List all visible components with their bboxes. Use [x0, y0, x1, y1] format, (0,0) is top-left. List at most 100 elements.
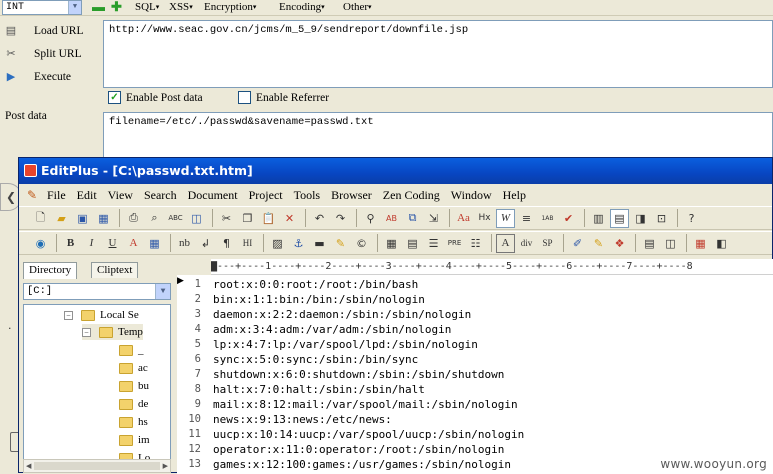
code-line[interactable]: uucp:x:10:14:uucp:/var/spool/uucp:/sbin/… [213, 427, 524, 442]
minus-icon[interactable]: ▬ [92, 0, 105, 13]
form-icon[interactable]: ▤ [403, 234, 422, 253]
code-line[interactable]: root:x:0:0:root:/root:/bin/bash [213, 277, 418, 292]
line-number-icon[interactable]: ≡ [517, 209, 536, 228]
window-icon-2[interactable]: ◫ [661, 234, 680, 253]
tree-item-local[interactable]: − Local Se [64, 307, 139, 323]
enable-post-checkbox[interactable]: ✓ Enable Post data [108, 91, 203, 104]
code-line[interactable]: daemon:x:2:2:daemon:/sbin:/sbin/nologin [213, 307, 471, 322]
layout-icon-2[interactable]: ▤ [610, 208, 629, 228]
nbsp-icon[interactable]: nb [175, 234, 194, 253]
split-url-button[interactable]: ✂ Split URL [0, 44, 100, 64]
menu-search[interactable]: Search [144, 188, 177, 203]
list-icon[interactable]: ☷ [466, 234, 485, 253]
menu-xss[interactable]: XSS▾ [169, 1, 193, 13]
menu-browser[interactable]: Browser [331, 188, 372, 203]
tab-cliptext[interactable]: Cliptext [91, 262, 139, 278]
hr-icon[interactable]: ▬ [310, 234, 329, 253]
horizontal-scrollbar[interactable]: ◀ ▶ [23, 459, 171, 473]
cut-icon[interactable]: ✂ [217, 209, 236, 228]
table-icon[interactable]: ▦ [382, 234, 401, 253]
globe-icon[interactable]: ◉ [31, 234, 50, 253]
menu-file[interactable]: File [47, 188, 66, 203]
paragraph-icon[interactable]: ¶ [217, 234, 236, 253]
post-data-input[interactable]: filename=/etc/./passwd&savename=passwd.t… [103, 112, 773, 158]
print-icon[interactable]: ⎙ [124, 209, 143, 228]
tree-item[interactable]: bu [119, 378, 149, 394]
arrow-right-icon[interactable]: ▶ [163, 462, 168, 470]
menu-zen-coding[interactable]: Zen Coding [383, 188, 440, 203]
save-icon[interactable]: ▣ [73, 209, 92, 228]
word-wrap-icon[interactable]: W [496, 208, 515, 228]
code-line[interactable]: sync:x:5:0:sync:/sbin:/bin/sync [213, 352, 418, 367]
code-line[interactable]: games:x:12:100:games:/usr/games:/sbin/no… [213, 457, 511, 472]
a-tag-icon[interactable]: A [496, 233, 515, 253]
heading-icon[interactable]: HI [238, 234, 257, 253]
hex-icon[interactable]: Hx [475, 209, 494, 228]
find-icon[interactable]: ⚲ [361, 209, 380, 228]
div-icon[interactable]: div [517, 234, 536, 253]
chevron-down-icon[interactable]: ▼ [68, 1, 81, 14]
find-in-files-icon[interactable]: ⧉ [403, 209, 422, 228]
save-all-icon[interactable]: ▦ [94, 209, 113, 228]
menu-encoding[interactable]: Encoding▾ [279, 1, 325, 13]
copyright-icon[interactable]: © [352, 234, 371, 253]
copy-icon[interactable]: ❐ [238, 209, 257, 228]
enable-referrer-checkbox[interactable]: Enable Referrer [238, 91, 329, 104]
menu-edit[interactable]: Edit [77, 188, 97, 203]
menu-help[interactable]: Help [503, 188, 526, 203]
text-editor[interactable]: root:x:0:0:root:/root:/bin/bash bin:x:1:1… [211, 275, 773, 474]
edit-icon[interactable]: ✐ [568, 234, 587, 253]
goto-icon[interactable]: ⇲ [424, 209, 443, 228]
highlight-icon[interactable]: ✎ [331, 234, 350, 253]
tree-item[interactable]: hs [119, 414, 148, 430]
underline-icon[interactable]: U [103, 234, 122, 253]
color-grid-icon[interactable]: ▦ [691, 234, 710, 253]
code-line[interactable]: news:x:9:13:news:/etc/news: [213, 412, 392, 427]
browser-icon[interactable]: ◫ [187, 209, 206, 228]
open-folder-icon[interactable]: ▰ [52, 209, 71, 228]
replace-icon[interactable]: AB [382, 209, 401, 228]
drive-select[interactable]: [C:] ▼ [23, 283, 171, 300]
directory-tree[interactable]: − Local Se − Temp _ ac bu de hs im Lo [23, 304, 171, 460]
chevron-down-icon[interactable]: ▼ [155, 284, 170, 299]
tree-item[interactable]: _ [119, 342, 144, 358]
url-input[interactable]: http://www.seac.gov.cn/jcms/m_5_9/sendre… [103, 20, 773, 88]
code-line[interactable]: operator:x:11:0:operator:/root:/sbin/nol… [213, 442, 504, 457]
execute-button[interactable]: ▶ Execute [0, 67, 100, 87]
code-line[interactable]: mail:x:8:12:mail:/var/spool/mail:/sbin/n… [213, 397, 518, 412]
tab-directory[interactable]: Directory [23, 262, 78, 279]
italic-icon[interactable]: I [82, 234, 101, 253]
load-url-button[interactable]: ▤ Load URL [0, 21, 100, 41]
delete-icon[interactable]: ✕ [280, 209, 299, 228]
color-palette-icon[interactable]: ▦ [145, 234, 164, 253]
arrow-left-icon[interactable]: ◀ [26, 462, 31, 470]
brush-icon[interactable]: ✎ [589, 234, 608, 253]
bold-icon[interactable]: B [61, 234, 80, 253]
tree-item[interactable]: ac [119, 360, 148, 376]
align-icon[interactable]: ☰ [424, 234, 443, 253]
code-line[interactable]: bin:x:1:1:bin:/bin:/sbin/nologin [213, 292, 425, 307]
fullscreen-icon[interactable]: ⊡ [652, 209, 671, 228]
paste-icon[interactable]: 📋 [259, 209, 278, 228]
window-icon-1[interactable]: ▤ [640, 234, 659, 253]
ruler-icon[interactable]: 1AB [538, 209, 557, 228]
panel-icon[interactable]: ◧ [712, 234, 731, 253]
layout-icon-3[interactable]: ◨ [631, 209, 650, 228]
print-preview-icon[interactable]: ⌕ [145, 209, 164, 228]
menu-window[interactable]: Window [451, 188, 492, 203]
new-file-icon[interactable]: 🗋 [31, 209, 50, 228]
menu-project[interactable]: Project [249, 188, 283, 203]
plus-icon[interactable]: ✚ [111, 0, 122, 13]
redo-icon[interactable]: ↷ [331, 209, 350, 228]
collapse-icon[interactable]: − [64, 310, 73, 320]
menu-sql[interactable]: SQL▾ [135, 1, 159, 13]
undo-icon[interactable]: ↶ [310, 209, 329, 228]
menu-view[interactable]: View [108, 188, 133, 203]
font-color-icon[interactable]: A [124, 234, 143, 253]
image-icon[interactable]: ▨ [268, 234, 287, 253]
line-break-icon[interactable]: ↲ [196, 234, 215, 253]
code-line[interactable]: halt:x:7:0:halt:/sbin:/sbin/halt [213, 382, 425, 397]
menu-tools[interactable]: Tools [294, 188, 321, 203]
help-icon[interactable]: ? [682, 209, 701, 228]
font-icon[interactable]: Aa [454, 209, 473, 228]
